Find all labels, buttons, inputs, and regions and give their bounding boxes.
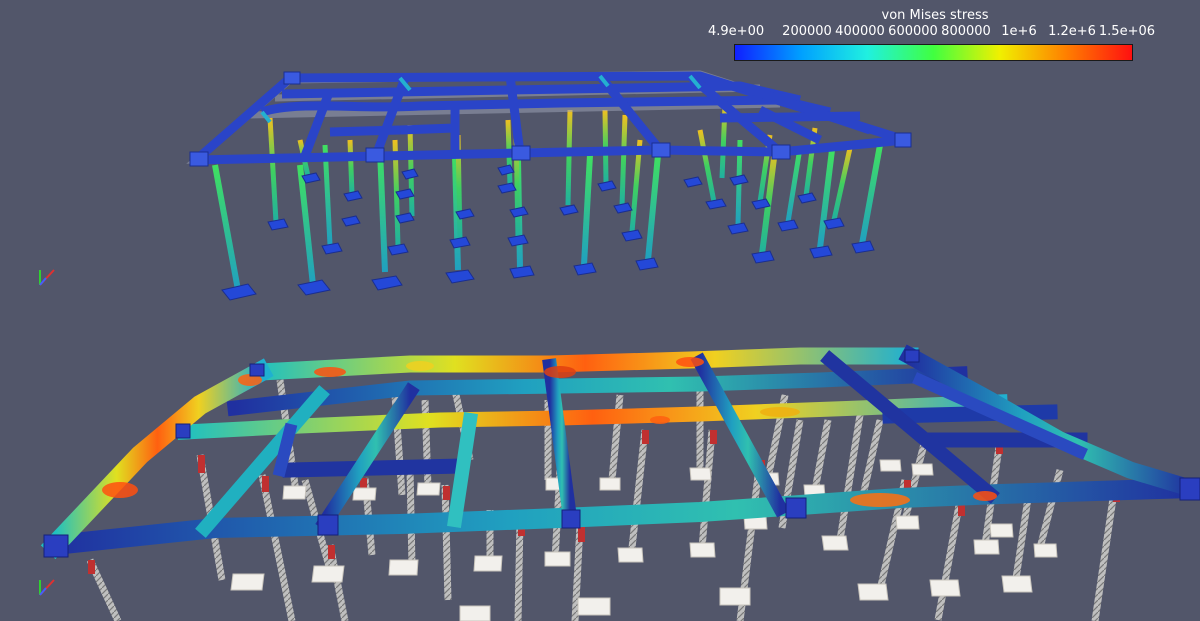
bottom-model[interactable] xyxy=(40,344,1200,621)
axes-triad-top-icon xyxy=(39,269,55,286)
color-legend-ticks: 4.9e+00 200000 400000 600000 800000 1e+6… xyxy=(700,24,1170,42)
top-model[interactable] xyxy=(186,70,912,301)
column xyxy=(581,154,593,266)
color-legend-tick: 4.9e+00 xyxy=(708,24,765,39)
column xyxy=(267,117,279,223)
render-viewport[interactable]: von Mises stress 4.9e+00 200000 400000 6… xyxy=(0,0,1200,621)
bottom-deck xyxy=(40,344,1200,560)
column xyxy=(697,129,717,203)
column xyxy=(645,154,661,261)
column xyxy=(831,147,853,221)
column xyxy=(859,144,883,245)
color-legend-tick: 200000 xyxy=(782,24,832,39)
column xyxy=(565,109,573,206)
axes-triad-bottom-icon xyxy=(39,579,55,596)
color-legend-tick: 1.5e+06 xyxy=(1098,24,1155,39)
color-legend-tick: 1e+6 xyxy=(1001,24,1037,39)
column xyxy=(377,149,388,273)
column xyxy=(212,164,241,291)
color-legend-bar xyxy=(734,44,1133,61)
column xyxy=(817,149,835,249)
top-footings xyxy=(221,164,875,301)
color-legend-tick: 400000 xyxy=(835,24,885,39)
scene-svg[interactable] xyxy=(0,0,1200,621)
column xyxy=(347,139,355,196)
color-legend-tick: 800000 xyxy=(941,24,991,39)
column xyxy=(602,109,609,184)
color-legend: von Mises stress 4.9e+00 200000 400000 6… xyxy=(700,6,1170,62)
color-legend-tick: 600000 xyxy=(888,24,938,39)
color-legend-title: von Mises stress xyxy=(881,8,989,23)
column xyxy=(619,114,628,207)
color-legend-tick: 1.2e+6 xyxy=(1048,24,1096,39)
